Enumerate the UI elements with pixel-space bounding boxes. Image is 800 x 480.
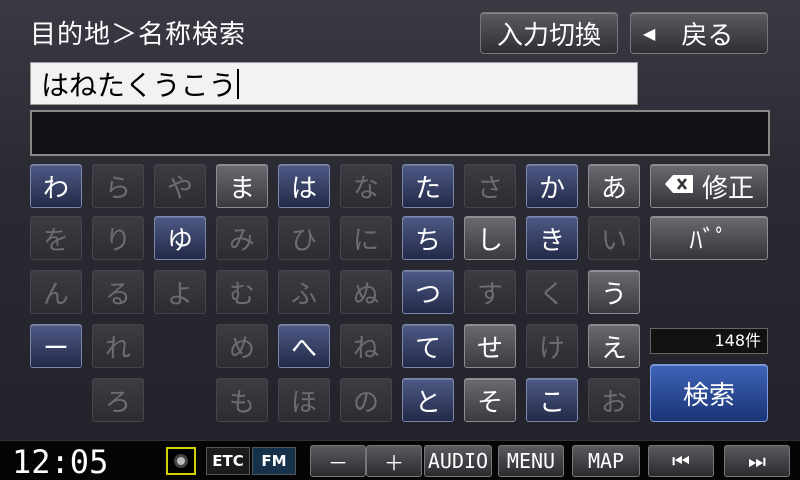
kana-key[interactable]: き	[526, 216, 578, 260]
kana-key: い	[588, 216, 640, 260]
status-bar: 12:05 ETC FM － ＋ AUDIO MENU MAP ⏮ ⏭	[0, 440, 800, 480]
kana-key: ん	[30, 270, 82, 314]
kana-key[interactable]: は	[278, 164, 330, 208]
kana-key[interactable]: ゆ	[154, 216, 206, 260]
kana-key: ぬ	[340, 270, 392, 314]
back-button-label: 戻る	[681, 20, 734, 51]
kana-key: よ	[154, 270, 206, 314]
destination-name-search-screen: 目的地＞名称検索 入力切換 ◀ 戻る はねたくうこう わらやまはなたさかあをりゆ…	[0, 0, 800, 440]
volume-down-button[interactable]: －	[310, 445, 366, 477]
kana-key: ひ	[278, 216, 330, 260]
result-count: 148件	[650, 328, 768, 354]
kana-key: も	[216, 378, 268, 422]
kana-key: む	[216, 270, 268, 314]
kana-key: ろ	[92, 378, 144, 422]
kana-key: み	[216, 216, 268, 260]
kana-key: ら	[92, 164, 144, 208]
kana-key: を	[30, 216, 82, 260]
kana-key[interactable]: つ	[402, 270, 454, 314]
kana-key: る	[92, 270, 144, 314]
kana-key[interactable]: て	[402, 324, 454, 368]
dakuten-button[interactable]: ﾊﾞﾟ	[650, 216, 768, 260]
candidate-display	[30, 110, 770, 156]
disc-icon	[166, 447, 196, 475]
kana-key: ほ	[278, 378, 330, 422]
kana-key: ね	[340, 324, 392, 368]
kana-key[interactable]: こ	[526, 378, 578, 422]
kana-key: さ	[464, 164, 516, 208]
kana-key[interactable]: ま	[216, 164, 268, 208]
kana-key[interactable]: か	[526, 164, 578, 208]
backspace-icon	[664, 171, 694, 201]
correct-button-label: 修正	[701, 173, 754, 204]
kana-key[interactable]: う	[588, 270, 640, 314]
map-button[interactable]: MAP	[572, 445, 640, 477]
etc-indicator: ETC	[206, 447, 250, 475]
back-button[interactable]: ◀ 戻る	[630, 12, 768, 54]
kana-key: の	[340, 378, 392, 422]
correct-button[interactable]: 修正	[650, 164, 768, 208]
clock: 12:05	[12, 443, 109, 480]
kana-key: な	[340, 164, 392, 208]
kana-key[interactable]: そ	[464, 378, 516, 422]
kana-key: り	[92, 216, 144, 260]
next-track-button[interactable]: ⏭	[724, 445, 790, 477]
kana-key[interactable]: ち	[402, 216, 454, 260]
kana-key[interactable]: し	[464, 216, 516, 260]
kana-key[interactable]: た	[402, 164, 454, 208]
kana-key: ふ	[278, 270, 330, 314]
search-button[interactable]: 検索	[650, 364, 768, 422]
kana-key[interactable]: ー	[30, 324, 82, 368]
kana-key: す	[464, 270, 516, 314]
previous-track-button[interactable]: ⏮	[648, 445, 714, 477]
kana-key[interactable]: え	[588, 324, 640, 368]
search-input-text: はねたくうこう	[41, 68, 237, 102]
volume-up-button[interactable]: ＋	[366, 445, 422, 477]
kana-key[interactable]: あ	[588, 164, 640, 208]
audio-button[interactable]: AUDIO	[424, 445, 492, 477]
kana-key: や	[154, 164, 206, 208]
kana-key: め	[216, 324, 268, 368]
text-cursor	[237, 68, 240, 99]
kana-key: に	[340, 216, 392, 260]
page-title: 目的地＞名称検索	[30, 20, 247, 50]
kana-key: け	[526, 324, 578, 368]
kana-key[interactable]: せ	[464, 324, 516, 368]
back-arrow-icon: ◀	[643, 23, 656, 43]
kana-key: れ	[92, 324, 144, 368]
input-switch-button[interactable]: 入力切換	[480, 12, 618, 54]
kana-key: く	[526, 270, 578, 314]
search-input[interactable]: はねたくうこう	[30, 62, 638, 105]
kana-key[interactable]: へ	[278, 324, 330, 368]
menu-button[interactable]: MENU	[498, 445, 564, 477]
kana-key[interactable]: と	[402, 378, 454, 422]
fm-indicator: FM	[252, 447, 296, 475]
kana-key: お	[588, 378, 640, 422]
kana-key[interactable]: わ	[30, 164, 82, 208]
